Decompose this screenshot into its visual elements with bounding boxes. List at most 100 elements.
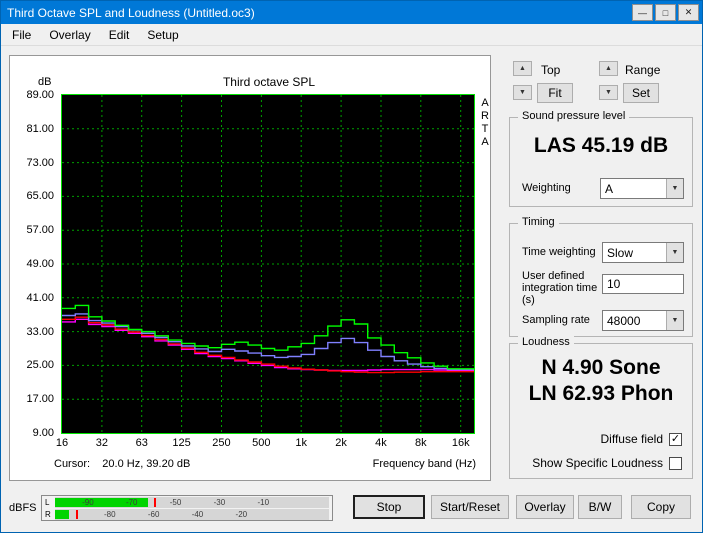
- chevron-down-icon: ▼: [672, 317, 679, 324]
- time-weighting-select[interactable]: Slow ▼: [602, 242, 684, 263]
- menu-overlay[interactable]: Overlay: [40, 25, 99, 45]
- timing-group-label: Timing: [518, 216, 559, 228]
- arrow-down-icon: ▼: [605, 89, 612, 96]
- weighting-dropdown-button[interactable]: ▼: [666, 179, 683, 198]
- cursor-readout: Cursor: 20.0 Hz, 39.20 dB: [54, 458, 190, 470]
- start-reset-button[interactable]: Start/Reset: [431, 495, 509, 519]
- arrow-up-icon: ▲: [519, 65, 526, 72]
- top-decrease-button[interactable]: ▼: [513, 85, 532, 100]
- arrow-down-icon: ▼: [519, 89, 526, 96]
- specific-loudness-label: Show Specific Loudness: [532, 456, 663, 470]
- y-tick-label: 89.00: [26, 89, 54, 101]
- meter-scale-label: -70: [126, 498, 138, 507]
- meter-scale-label: -80: [104, 510, 116, 519]
- arrow-up-icon: ▲: [605, 65, 612, 72]
- close-icon: ✕: [685, 7, 693, 18]
- y-tick-label: 17.00: [26, 393, 54, 405]
- meter-row: R -80 -60 -40 -20: [44, 509, 330, 520]
- spl-group-label: Sound pressure level: [518, 110, 629, 122]
- time-weighting-value: Slow: [603, 246, 666, 260]
- dbfs-label: dBFS: [9, 502, 37, 514]
- meter-peak: [76, 510, 78, 519]
- close-button[interactable]: ✕: [678, 4, 699, 21]
- copy-button[interactable]: Copy: [631, 495, 691, 519]
- y-tick-label: 49.00: [26, 258, 54, 270]
- meter-peak: [154, 498, 156, 507]
- weighting-label: Weighting: [522, 182, 571, 194]
- meter-channel-label: R: [45, 510, 51, 519]
- minimize-button[interactable]: —: [632, 4, 653, 21]
- sampling-rate-value: 48000: [603, 314, 666, 328]
- top-increase-button[interactable]: ▲: [513, 61, 532, 76]
- arta-watermark: ARTA: [478, 97, 492, 149]
- title-bar[interactable]: Third Octave SPL and Loudness (Untitled.…: [1, 1, 702, 24]
- fit-button[interactable]: Fit: [537, 83, 573, 103]
- x-tick-label: 8k: [415, 437, 427, 449]
- y-axis-labels: 89.0081.0073.0065.0057.0049.0041.0033.00…: [10, 95, 57, 433]
- meter-scale-label: -20: [236, 510, 248, 519]
- timing-group: Timing Time weighting Slow ▼ User define…: [509, 223, 693, 337]
- spl-group: Sound pressure level LAS 45.19 dB Weight…: [509, 117, 693, 207]
- plot-area[interactable]: [61, 94, 475, 434]
- minimize-icon: —: [638, 8, 647, 18]
- range-increase-button[interactable]: ▲: [599, 61, 618, 76]
- x-tick-label: 16: [56, 437, 68, 449]
- meter-scale-label: -30: [214, 498, 226, 507]
- stop-button[interactable]: Stop: [353, 495, 425, 519]
- level-meter: L -90-70-50-30-10 R -80-60-40-20: [41, 495, 333, 521]
- window-title: Third Octave SPL and Loudness (Untitled.…: [7, 6, 255, 20]
- x-tick-label: 63: [136, 437, 148, 449]
- sampling-rate-dropdown-button[interactable]: ▼: [666, 311, 683, 330]
- x-tick-label: 250: [212, 437, 230, 449]
- weighting-value: A: [601, 182, 666, 196]
- time-weighting-label: Time weighting: [522, 246, 596, 258]
- menu-setup[interactable]: Setup: [138, 25, 187, 45]
- menu-edit[interactable]: Edit: [100, 25, 139, 45]
- x-tick-label: 2k: [335, 437, 347, 449]
- x-tick-label: 32: [96, 437, 108, 449]
- y-tick-label: 41.00: [26, 292, 54, 304]
- phon-value: LN 62.93 Phon: [510, 382, 692, 406]
- meter-scale-label: -90: [82, 498, 94, 507]
- spl-value: LAS 45.19 dB: [510, 134, 692, 158]
- time-weighting-dropdown-button[interactable]: ▼: [666, 243, 683, 262]
- x-tick-label: 16k: [452, 437, 470, 449]
- x-axis-labels: 1632631252505001k2k4k8k16k: [62, 437, 474, 451]
- range-decrease-button[interactable]: ▼: [599, 85, 618, 100]
- weighting-select[interactable]: A ▼: [600, 178, 684, 199]
- bw-button[interactable]: B/W: [578, 495, 622, 519]
- x-tick-label: 1k: [295, 437, 307, 449]
- y-tick-label: 73.00: [26, 157, 54, 169]
- range-label: Range: [625, 63, 660, 77]
- x-tick-label: 500: [252, 437, 270, 449]
- chevron-down-icon: ▼: [672, 249, 679, 256]
- y-tick-label: 25.00: [26, 359, 54, 371]
- chart-panel: dB Third octave SPL ARTA 89.00 81.00 73.00…: [9, 55, 491, 481]
- overlay-button[interactable]: Overlay: [516, 495, 574, 519]
- y-tick-label: 81.00: [26, 123, 54, 135]
- meter-scale: -90-70-50-30-10: [55, 497, 329, 508]
- chart-title: Third octave SPL: [62, 75, 476, 89]
- meter-scale: -80 -60 -40 -20: [55, 509, 329, 520]
- x-tick-label: 4k: [375, 437, 387, 449]
- app-window: Third Octave SPL and Loudness (Untitled.…: [0, 0, 703, 533]
- sampling-rate-select[interactable]: 48000 ▼: [602, 310, 684, 331]
- specific-loudness-row[interactable]: Show Specific Loudness: [532, 456, 682, 470]
- diffuse-field-checkbox[interactable]: ✓: [669, 433, 682, 446]
- meter-scale-label: -40: [192, 510, 204, 519]
- loudness-group: Loudness N 4.90 Sone LN 62.93 Phon Diffu…: [509, 343, 693, 479]
- meter-scale-label: -60: [148, 510, 160, 519]
- diffuse-field-row[interactable]: Diffuse field ✓: [601, 432, 682, 446]
- loudness-group-label: Loudness: [518, 336, 574, 348]
- menu-bar: File Overlay Edit Setup: [1, 24, 702, 46]
- meter-fill: [55, 510, 69, 519]
- menu-file[interactable]: File: [3, 25, 40, 45]
- maximize-button[interactable]: □: [655, 4, 676, 21]
- integration-time-input[interactable]: [602, 274, 684, 294]
- top-label: Top: [541, 63, 560, 77]
- sampling-rate-label: Sampling rate: [522, 314, 590, 326]
- y-axis-unit: dB: [38, 76, 51, 88]
- x-axis-title: Frequency band (Hz): [373, 458, 476, 470]
- set-button[interactable]: Set: [623, 83, 659, 103]
- specific-loudness-checkbox[interactable]: [669, 457, 682, 470]
